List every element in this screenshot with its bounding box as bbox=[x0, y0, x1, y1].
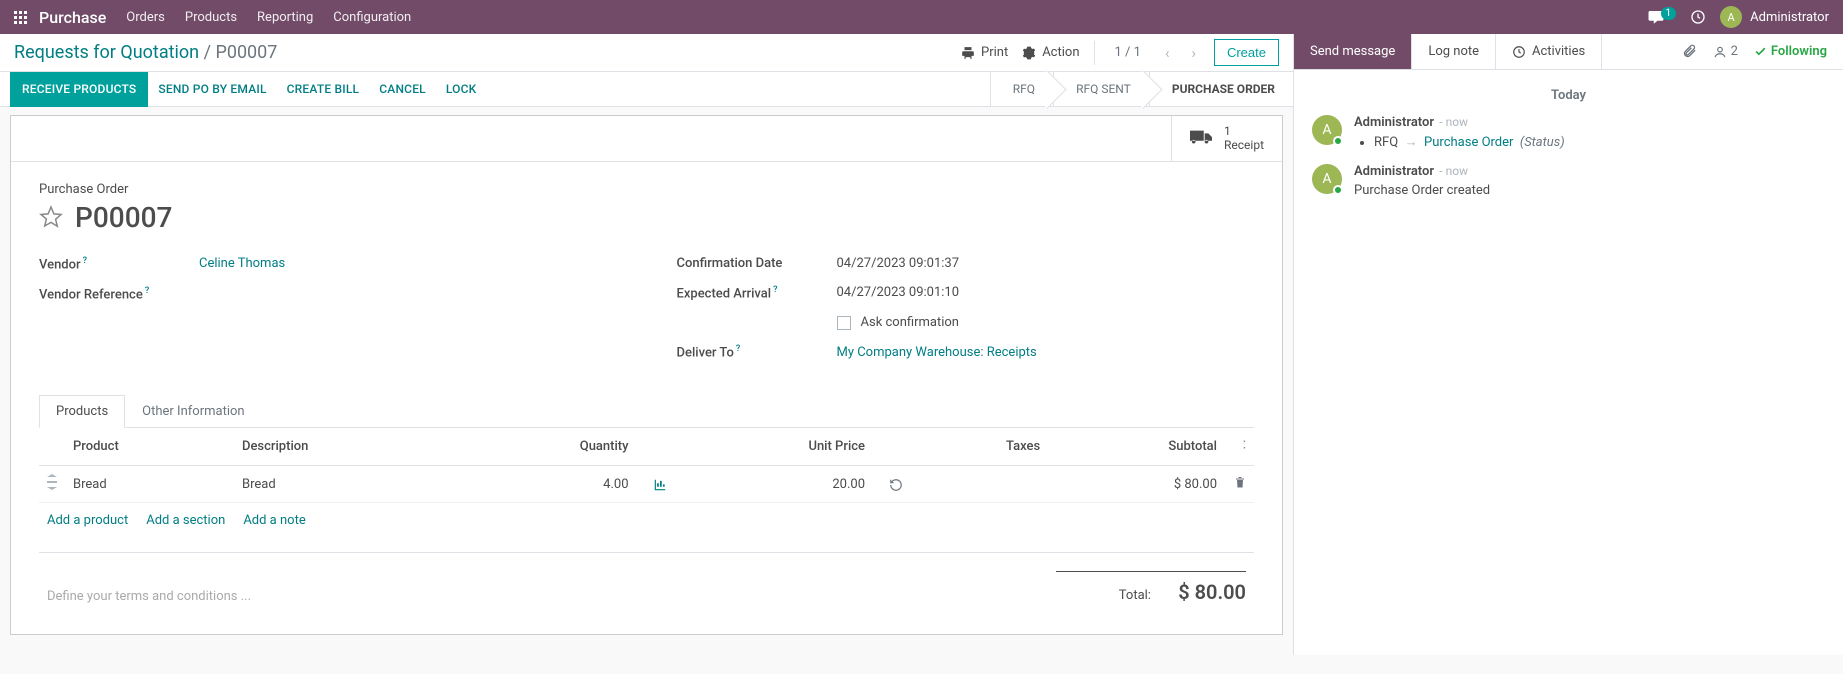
cell-product[interactable]: Bread bbox=[65, 466, 234, 503]
po-title-label: Purchase Order bbox=[39, 182, 1254, 197]
breadcrumb-current: P00007 bbox=[215, 42, 277, 63]
create-bill-button[interactable]: CREATE BILL bbox=[277, 72, 370, 107]
col-product[interactable]: Product bbox=[65, 428, 234, 466]
total-label: Total: bbox=[1119, 588, 1151, 603]
col-unit-price[interactable]: Unit Price bbox=[675, 428, 874, 466]
user-name-label: Administrator bbox=[1750, 10, 1829, 25]
pager-next[interactable]: › bbox=[1187, 44, 1200, 62]
priority-star[interactable] bbox=[39, 205, 63, 229]
following-button[interactable]: Following bbox=[1754, 44, 1827, 59]
nav-configuration[interactable]: Configuration bbox=[333, 10, 411, 25]
form-sheet: 1 Receipt Purchase Order P00007 bbox=[10, 115, 1283, 635]
chatter-message: A Administrator - now Purchase Order cre… bbox=[1312, 164, 1825, 198]
status-new-value: Purchase Order bbox=[1424, 135, 1513, 150]
vendor-label: Vendor? bbox=[39, 256, 199, 272]
stage-rfq[interactable]: RFQ bbox=[990, 72, 1053, 107]
chatter-panel: Send message Log note Activities 2 Follo… bbox=[1293, 34, 1843, 655]
vendor-ref-label: Vendor Reference? bbox=[39, 286, 199, 302]
log-note-button[interactable]: Log note bbox=[1412, 34, 1496, 69]
deliver-to-field[interactable]: My Company Warehouse: Receipts bbox=[837, 345, 1037, 360]
deliver-to-label: Deliver To? bbox=[677, 344, 837, 360]
messaging-badge: 1 bbox=[1661, 7, 1677, 20]
table-row[interactable]: Bread Bread 4.00 20.00 $ 80.00 bbox=[39, 466, 1254, 503]
truck-icon bbox=[1190, 127, 1212, 149]
pager-prev[interactable]: ‹ bbox=[1161, 44, 1174, 62]
create-button[interactable]: Create bbox=[1214, 39, 1279, 66]
columns-config-icon[interactable] bbox=[1233, 438, 1246, 451]
nav-products[interactable]: Products bbox=[185, 10, 237, 25]
nav-orders[interactable]: Orders bbox=[126, 10, 165, 25]
messaging-icon[interactable]: 1 bbox=[1647, 9, 1677, 25]
vendor-field[interactable]: Celine Thomas bbox=[199, 256, 285, 271]
confirm-date-field: 04/27/2023 09:01:37 bbox=[837, 256, 960, 271]
message-author[interactable]: Administrator bbox=[1354, 115, 1434, 130]
user-avatar: A bbox=[1720, 6, 1742, 28]
control-bar: Requests for Quotation / P00007 Print Ac… bbox=[0, 34, 1293, 72]
add-section-link[interactable]: Add a section bbox=[146, 513, 225, 528]
tab-other-info[interactable]: Other Information bbox=[125, 395, 261, 428]
col-description[interactable]: Description bbox=[234, 428, 459, 466]
message-time: - now bbox=[1439, 115, 1468, 129]
pager: 1 / 1 bbox=[1115, 45, 1141, 60]
stage-rfq-sent[interactable]: RFQ SENT bbox=[1053, 72, 1149, 107]
message-avatar: A bbox=[1312, 164, 1342, 194]
message-author[interactable]: Administrator bbox=[1354, 164, 1434, 179]
total-value: $ 80.00 bbox=[1178, 580, 1246, 604]
chatter-message: A Administrator - now RFQ → Purchase Ord… bbox=[1312, 115, 1825, 150]
expected-field[interactable]: 04/27/2023 09:01:10 bbox=[837, 285, 960, 300]
receipt-stat-button[interactable]: 1 Receipt bbox=[1171, 116, 1282, 161]
message-time: - now bbox=[1439, 164, 1468, 178]
print-button[interactable]: Print bbox=[961, 45, 1008, 60]
user-menu[interactable]: A Administrator bbox=[1720, 6, 1835, 28]
breadcrumb: Requests for Quotation / P00007 bbox=[14, 42, 277, 63]
breadcrumb-parent[interactable]: Requests for Quotation bbox=[14, 42, 199, 63]
activities-button[interactable]: Activities bbox=[1496, 34, 1602, 69]
col-subtotal[interactable]: Subtotal bbox=[1048, 428, 1225, 466]
activities-icon[interactable] bbox=[1690, 9, 1706, 25]
receipt-count: 1 bbox=[1224, 124, 1264, 138]
cell-subtotal: $ 80.00 bbox=[1048, 466, 1225, 503]
delete-row-icon[interactable] bbox=[1234, 476, 1246, 489]
cell-taxes[interactable] bbox=[911, 466, 1048, 503]
order-lines-table: Product Description Quantity Unit Price … bbox=[39, 428, 1254, 503]
action-button[interactable]: Action bbox=[1022, 45, 1079, 60]
cell-description[interactable]: Bread bbox=[234, 466, 459, 503]
cell-qty[interactable]: 4.00 bbox=[459, 466, 636, 503]
top-navbar: Purchase Orders Products Reporting Confi… bbox=[0, 0, 1843, 34]
terms-input[interactable]: Define your terms and conditions ... bbox=[47, 589, 251, 604]
followers-button[interactable]: 2 bbox=[1713, 44, 1738, 59]
receipt-label: Receipt bbox=[1224, 138, 1264, 152]
nav-reporting[interactable]: Reporting bbox=[257, 10, 313, 25]
message-body: Purchase Order created bbox=[1354, 183, 1490, 198]
message-avatar: A bbox=[1312, 115, 1342, 145]
ask-confirmation-checkbox[interactable] bbox=[837, 316, 851, 330]
status-bar: RECEIVE PRODUCTS SEND PO BY EMAIL CREATE… bbox=[0, 72, 1293, 107]
price-history-icon[interactable] bbox=[889, 478, 903, 492]
send-message-button[interactable]: Send message bbox=[1294, 34, 1412, 69]
po-number: P00007 bbox=[75, 201, 172, 234]
chatter-day-label: Today bbox=[1312, 88, 1825, 103]
lock-button[interactable]: LOCK bbox=[436, 72, 487, 107]
add-product-link[interactable]: Add a product bbox=[47, 513, 128, 528]
tab-products[interactable]: Products bbox=[39, 395, 125, 428]
col-taxes[interactable]: Taxes bbox=[911, 428, 1048, 466]
drag-handle-icon[interactable] bbox=[47, 474, 57, 490]
app-brand[interactable]: Purchase bbox=[39, 8, 106, 27]
apps-icon[interactable] bbox=[14, 11, 27, 24]
add-note-link[interactable]: Add a note bbox=[243, 513, 305, 528]
send-po-email-button[interactable]: SEND PO BY EMAIL bbox=[148, 72, 276, 107]
cell-price[interactable]: 20.00 bbox=[675, 466, 874, 503]
attachments-icon[interactable] bbox=[1682, 44, 1697, 59]
col-quantity[interactable]: Quantity bbox=[459, 428, 636, 466]
receive-products-button[interactable]: RECEIVE PRODUCTS bbox=[10, 72, 148, 107]
stage-po[interactable]: PURCHASE ORDER bbox=[1149, 72, 1293, 107]
cancel-button[interactable]: CANCEL bbox=[369, 72, 436, 107]
forecast-icon[interactable] bbox=[653, 478, 667, 492]
ask-confirmation-label: Ask confirmation bbox=[861, 315, 960, 330]
expected-label: Expected Arrival? bbox=[677, 285, 837, 301]
confirm-date-label: Confirmation Date bbox=[677, 256, 837, 271]
